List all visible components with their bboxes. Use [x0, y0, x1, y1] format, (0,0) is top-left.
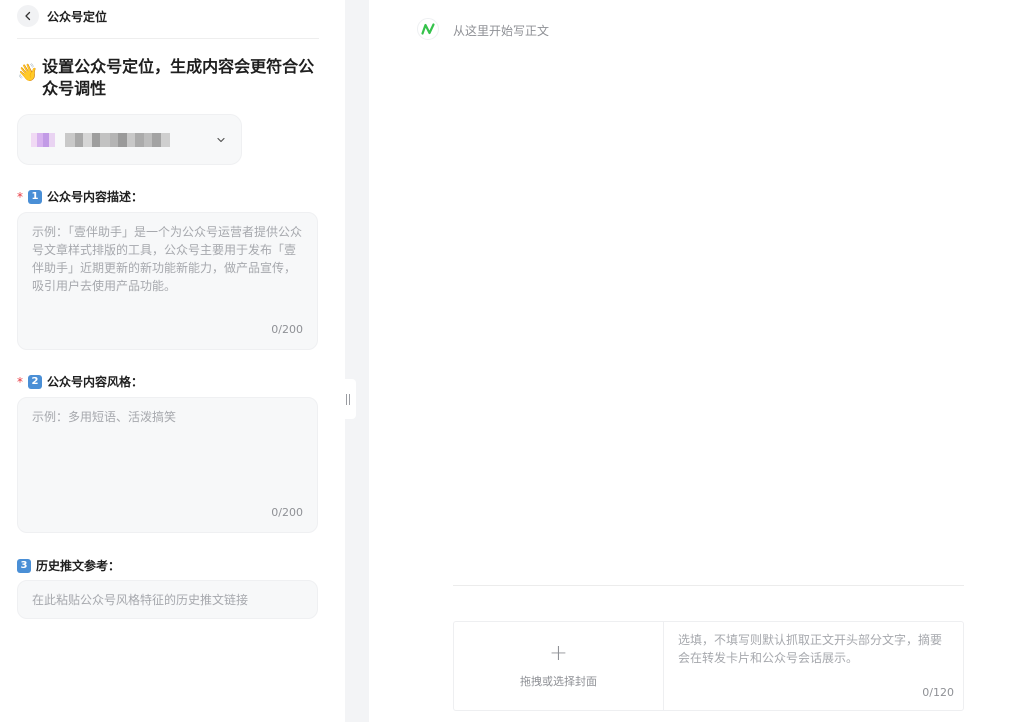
- editor-area: 从这里开始写正文 + 拖拽或选择封面 选填，不填写则默认抓取正文开头部分文字，摘…: [369, 0, 1024, 722]
- header-divider: [17, 38, 319, 39]
- field-label-text: 历史推文参考：: [36, 559, 121, 573]
- back-button[interactable]: [17, 5, 39, 27]
- history-link-input[interactable]: 在此粘贴公众号风格特征的历史推文链接: [17, 580, 318, 619]
- style-placeholder: 示例：多用短语、活泼搞笑: [32, 410, 177, 424]
- required-mark: *: [17, 374, 23, 389]
- number-3-icon: 3: [17, 558, 31, 573]
- field-label-text: 公众号内容描述：: [47, 190, 144, 204]
- grip-line-icon: [349, 393, 350, 405]
- editor-body-input[interactable]: 从这里开始写正文: [453, 22, 549, 39]
- topbar: 公众号定位: [17, 4, 107, 28]
- panel-divider: [345, 0, 369, 722]
- cover-upload-label: 拖拽或选择封面: [520, 675, 597, 688]
- account-name-obscured: [65, 130, 170, 150]
- summary-placeholder: 选填，不填写则默认抓取正文开头部分文字，摘要会在转发卡片和公众号会话展示。: [678, 633, 943, 665]
- style-textarea[interactable]: 示例：多用短语、活泼搞笑 0/200: [17, 397, 318, 533]
- page-title: 公众号定位: [47, 9, 108, 24]
- summary-textarea[interactable]: 选填，不填写则默认抓取正文开头部分文字，摘要会在转发卡片和公众号会话展示。 0/…: [663, 621, 964, 711]
- summary-counter: 0/120: [922, 686, 954, 699]
- style-counter: 0/200: [271, 506, 303, 519]
- section-heading: 👋 设置公众号定位，生成内容会更符合公众号调性: [17, 56, 319, 100]
- field-label-text: 公众号内容风格：: [47, 375, 144, 389]
- description-textarea[interactable]: 示例：「壹伴助手」是一个为公众号运营者提供公众号文章样式排版的工具，公众号主要用…: [17, 212, 318, 350]
- cover-upload[interactable]: + 拖拽或选择封面: [453, 621, 663, 711]
- field-label-history: 3 历史推文参考：: [17, 557, 120, 574]
- waving-hand-icon: 👋: [17, 63, 39, 83]
- left-panel: 公众号定位 👋 设置公众号定位，生成内容会更符合公众号调性 * 1 公众号内容描…: [0, 0, 335, 722]
- logo-icon: [417, 18, 439, 40]
- resize-handle[interactable]: [340, 379, 356, 419]
- required-mark: *: [17, 189, 23, 204]
- account-avatar-obscured: [31, 130, 65, 150]
- editor-divider: [453, 585, 964, 586]
- grip-line-icon: [346, 393, 347, 405]
- number-1-icon: 1: [28, 189, 42, 204]
- field-label-description: * 1 公众号内容描述：: [17, 188, 143, 205]
- plus-icon: +: [549, 641, 568, 666]
- history-link-placeholder: 在此粘贴公众号风格特征的历史推文链接: [32, 593, 249, 607]
- chevron-down-icon: [217, 137, 225, 143]
- description-placeholder: 示例：「壹伴助手」是一个为公众号运营者提供公众号文章样式排版的工具，公众号主要用…: [32, 225, 303, 293]
- number-2-icon: 2: [28, 374, 42, 389]
- account-select[interactable]: [17, 114, 242, 165]
- field-label-style: * 2 公众号内容风格：: [17, 373, 143, 390]
- description-counter: 0/200: [271, 323, 303, 336]
- chevron-left-icon: [25, 11, 31, 21]
- heading-text: 设置公众号定位，生成内容会更符合公众号调性: [42, 57, 315, 98]
